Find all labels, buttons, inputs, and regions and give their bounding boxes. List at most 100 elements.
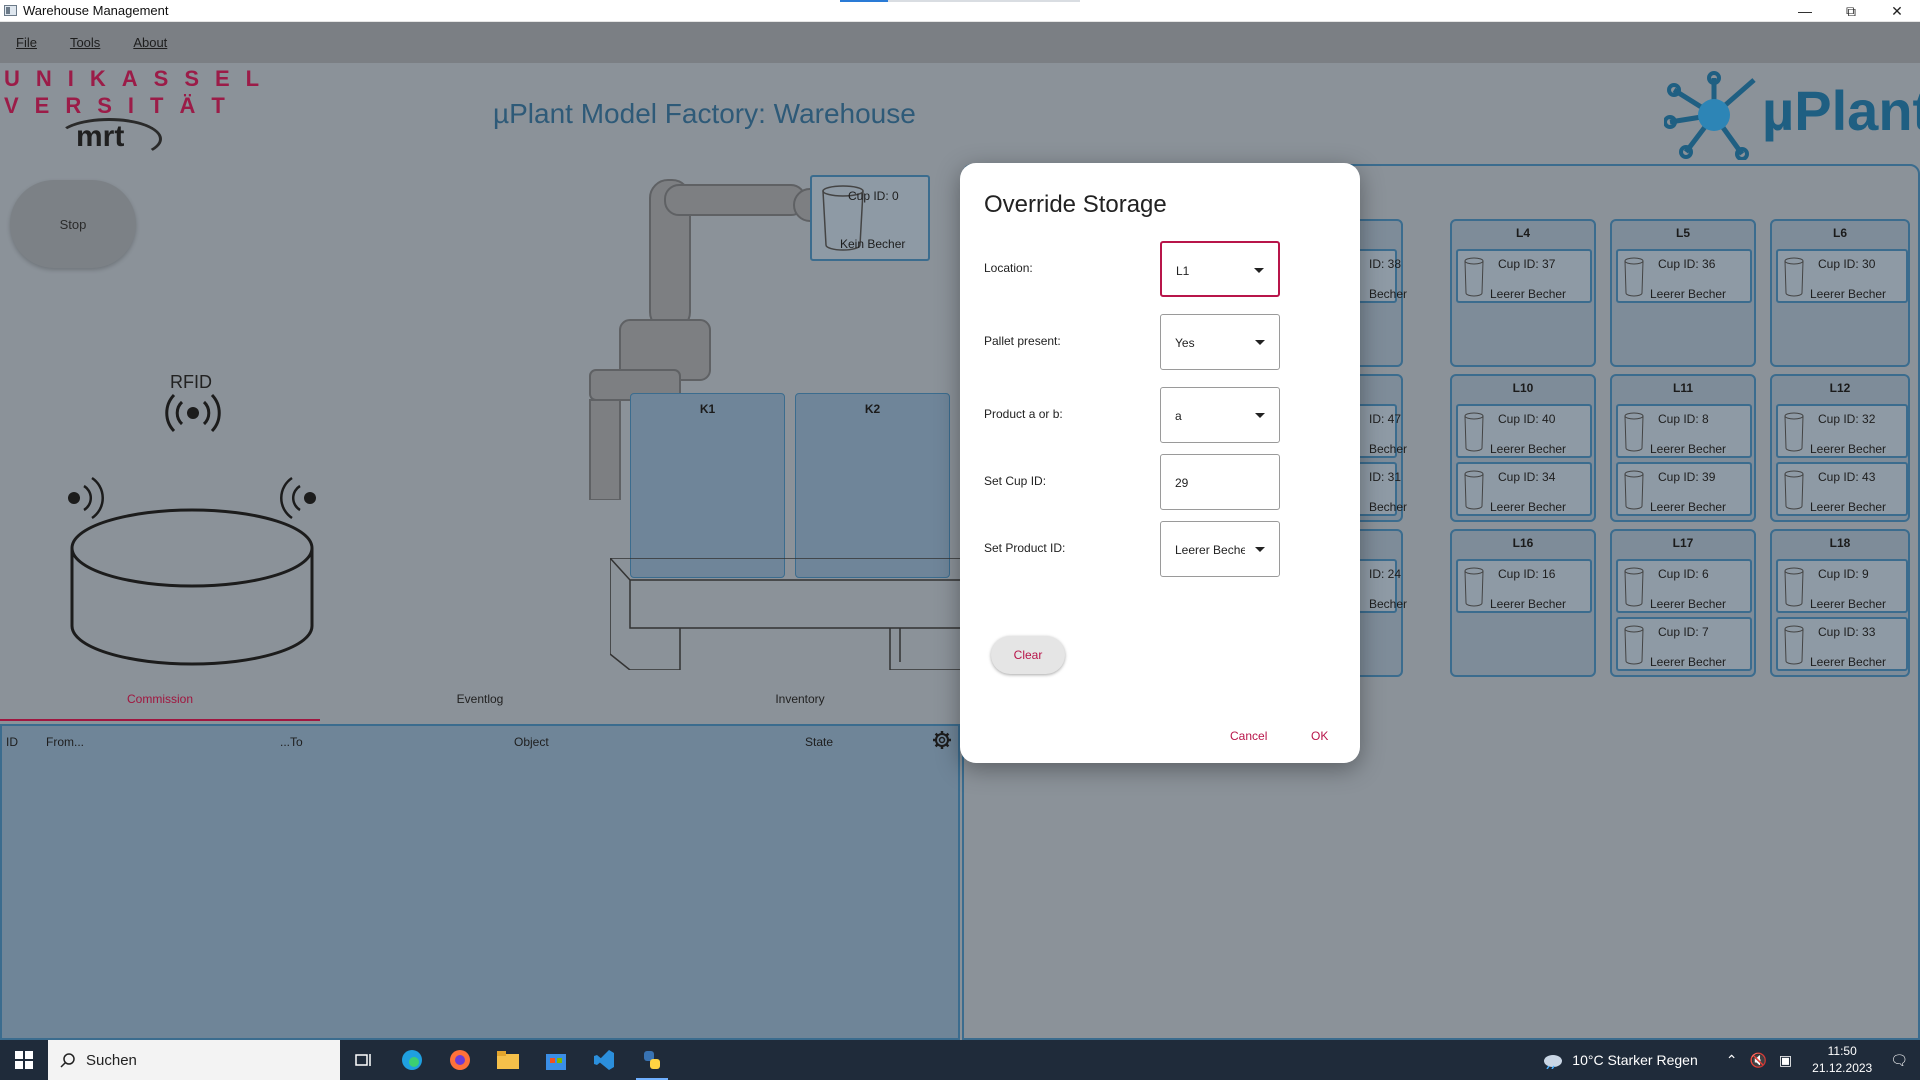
mrt-logo-text: mrt [76,120,125,153]
storage-slot-l5[interactable]: L5 Cup ID: 36 Leerer Becher [1610,219,1756,367]
buffer-k1[interactable]: K1 [630,393,785,578]
app-icon [4,5,17,16]
cup-card[interactable]: Cup ID: 37 Leerer Becher [1456,249,1592,303]
storage-slot-l11[interactable]: L11 Cup ID: 8 Leerer Becher Cup ID: 39 L… [1610,374,1756,522]
cup-card[interactable]: Cup ID: 39 Leerer Becher [1616,462,1752,516]
tab-eventlog[interactable]: Eventlog [320,688,640,721]
cancel-button[interactable]: Cancel [1230,729,1267,743]
cup-card[interactable]: Cup ID: 36 Leerer Becher [1616,249,1752,303]
storage-slot-l16[interactable]: L16 Cup ID: 16 Leerer Becher [1450,529,1596,677]
dropdown-arrow-icon [1254,268,1264,273]
cup-icon [1464,257,1484,297]
cup-icon [1624,412,1644,452]
override-storage-dialog: Override Storage Location: L1 Pallet pre… [960,163,1360,763]
edge-icon[interactable] [388,1040,436,1080]
cupid-input[interactable]: 29 [1160,454,1280,510]
windows-start-icon[interactable] [0,1040,48,1080]
tab-commission[interactable]: Commission [0,688,320,721]
firefox-icon[interactable] [436,1040,484,1080]
cup-card[interactable]: Cup ID: 7 Leerer Becher [1616,617,1752,671]
storage-slot-l12[interactable]: L12 Cup ID: 32 Leerer Becher Cup ID: 43 … [1770,374,1910,522]
productid-select[interactable]: Leerer Becher [1160,521,1280,577]
cup-card[interactable]: Cup ID: 33 Leerer Becher [1776,617,1908,671]
product-label: Product a or b: [984,407,1063,421]
cup-icon [1784,412,1804,452]
cup-icon [1784,470,1804,510]
robot-cup-slot[interactable]: Cup ID: 0 Kein Becher [810,175,930,261]
cupid-row: Set Cup ID: 29 [984,454,1336,510]
clock[interactable]: 11:50 21.12.2023 [1812,1043,1872,1077]
pallet-select[interactable]: Yes [1160,314,1280,370]
productid-label: Set Product ID: [984,541,1066,555]
location-select[interactable]: L1 [1160,241,1280,297]
dropdown-arrow-icon [1255,547,1265,552]
title-bar: Warehouse Management — ⧉ ✕ [0,0,1920,22]
taskbar: Suchen 10°C Starker Regen ⌃ 🔇 ▣ 11:50 21… [0,1040,1920,1080]
vscode-icon[interactable] [580,1040,628,1080]
clear-button[interactable]: Clear [991,636,1065,674]
ok-button[interactable]: OK [1311,729,1328,743]
tab-bar: Commission Eventlog Inventory [0,688,960,721]
storage-slot-l17[interactable]: L17 Cup ID: 6 Leerer Becher Cup ID: 7 Le… [1610,529,1756,677]
weather-icon[interactable] [1542,1051,1564,1069]
stop-button[interactable]: Stop [10,180,136,268]
cup-card[interactable]: Cup ID: 9 Leerer Becher [1776,559,1908,613]
menu-bar: File Tools About [0,22,1920,63]
cup-icon [1784,625,1804,665]
window-title: Warehouse Management [23,3,169,18]
table-header: ID From... ...To Object State [2,726,958,756]
rfid-reader-tub [68,476,316,666]
cup-icon [1464,412,1484,452]
pallet-row: Pallet present: Yes [984,314,1336,370]
restore-button[interactable]: ⧉ [1828,0,1874,22]
loading-indicator [840,0,1080,2]
storage-slot-l4[interactable]: L4 Cup ID: 37 Leerer Becher [1450,219,1596,367]
location-row: Location: L1 [984,241,1336,297]
menu-about[interactable]: About [133,35,167,50]
python-app-icon[interactable] [628,1040,676,1080]
network-icon[interactable]: ▣ [1779,1052,1792,1069]
tab-inventory[interactable]: Inventory [640,688,960,721]
cup-card[interactable]: Cup ID: 16 Leerer Becher [1456,559,1592,613]
col-to[interactable]: ...To [280,735,303,749]
page-title: µPlant Model Factory: Warehouse [493,98,916,129]
speaker-muted-icon[interactable]: 🔇 [1749,1052,1766,1069]
file-explorer-icon[interactable] [484,1040,532,1080]
col-object[interactable]: Object [514,735,549,749]
uplant-brand-text: µPlant [1762,79,1920,142]
weather-text[interactable]: 10°C Starker Regen [1572,1052,1697,1068]
menu-tools[interactable]: Tools [70,35,100,50]
menu-file[interactable]: File [16,35,37,50]
cup-icon [1624,470,1644,510]
commission-table[interactable]: ID From... ...To Object State [0,724,960,1040]
col-state[interactable]: State [805,735,833,749]
cup-card[interactable]: Cup ID: 40 Leerer Becher [1456,404,1592,458]
col-from[interactable]: From... [46,735,84,749]
cup-card[interactable]: Cup ID: 8 Leerer Becher [1616,404,1752,458]
close-button[interactable]: ✕ [1874,0,1920,22]
conveyor-table-image [610,558,960,670]
cup-card[interactable]: Cup ID: 30 Leerer Becher [1776,249,1908,303]
storage-slot-l10[interactable]: L10 Cup ID: 40 Leerer Becher Cup ID: 34 … [1450,374,1596,522]
storage-slot-l18[interactable]: L18 Cup ID: 9 Leerer Becher Cup ID: 33 L… [1770,529,1910,677]
store-icon[interactable] [532,1040,580,1080]
task-view-icon[interactable] [340,1040,388,1080]
product-row: Product a or b: a [984,387,1336,443]
dropdown-arrow-icon [1255,413,1265,418]
cup-card[interactable]: Cup ID: 43 Leerer Becher [1776,462,1908,516]
buffer-k2[interactable]: K2 [795,393,950,578]
minimize-button[interactable]: — [1782,0,1828,22]
pallet-label: Pallet present: [984,334,1061,348]
cup-icon [1624,257,1644,297]
chevron-up-icon[interactable]: ⌃ [1726,1052,1738,1069]
storage-slot-l6[interactable]: L6 Cup ID: 30 Leerer Becher [1770,219,1910,367]
university-logo: UNIKASSEL VERSITÄT [4,66,276,118]
notifications-icon[interactable]: 🗨 [1890,1052,1908,1069]
cup-card[interactable]: Cup ID: 34 Leerer Becher [1456,462,1592,516]
cup-card[interactable]: Cup ID: 32 Leerer Becher [1776,404,1908,458]
cup-card[interactable]: Cup ID: 6 Leerer Becher [1616,559,1752,613]
col-id[interactable]: ID [6,735,18,749]
gear-icon[interactable] [932,730,952,750]
product-select[interactable]: a [1160,387,1280,443]
taskbar-search[interactable]: Suchen [48,1040,340,1080]
